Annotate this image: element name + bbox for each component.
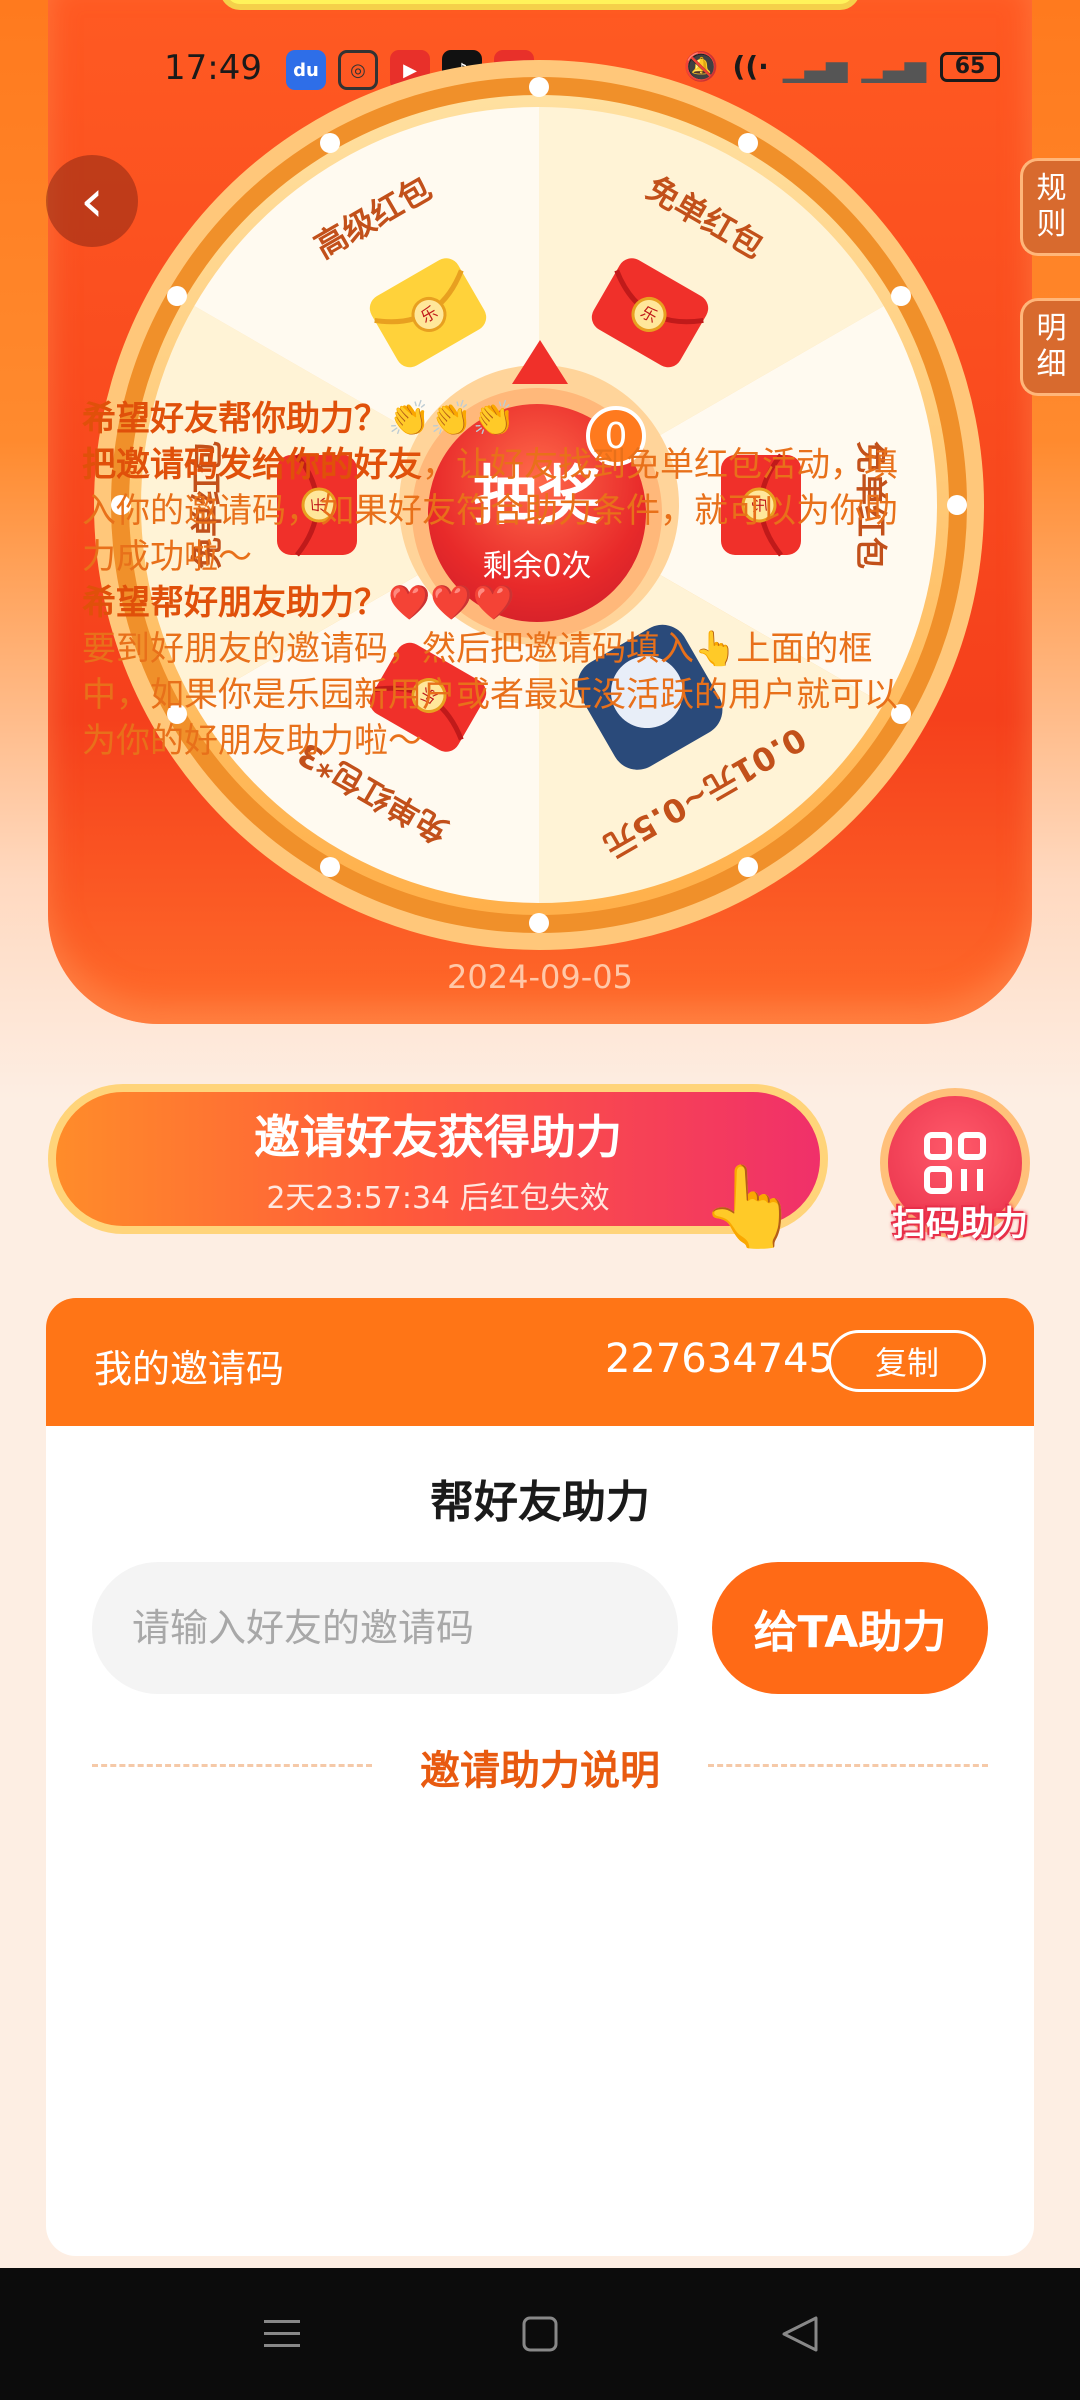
wheel-rim-light — [320, 133, 340, 154]
give-assist-button[interactable]: 给TA助力 — [712, 1562, 988, 1694]
wheel-rim-light — [529, 913, 549, 933]
wheel-rim-light — [738, 856, 758, 877]
divider-right — [708, 1764, 988, 1767]
rules-tab-label-1: 规 — [1036, 171, 1067, 206]
explain-body: 希望好友帮你助力？👏👏👏 把邀请码发给你的好友，让好友找到免单红包活动，填入你的… — [82, 396, 922, 764]
wheel-pointer-icon — [512, 340, 568, 384]
help-friend-title: 帮好友助力 — [430, 1477, 650, 1528]
scan-assist-label: 扫码助力 — [892, 1204, 1028, 1244]
wheel-rim-light — [890, 286, 911, 306]
copy-button[interactable]: 复制 — [828, 1330, 986, 1392]
explain-line-4: 要到好朋友的邀请码，然后把邀请码填入👆上面的框中，如果你是乐园新用户或者最近没活… — [82, 629, 898, 761]
system-nav-bar — [0, 2268, 1080, 2400]
wheel-rim-light — [320, 856, 340, 877]
wheel-rim-light — [167, 286, 188, 306]
wheel-rim-light — [738, 133, 758, 154]
wheel-rim-light — [947, 495, 967, 515]
invite-countdown: 2天23:57:34 后红包失效 — [266, 1181, 610, 1216]
invite-code-value: 227634745 — [604, 1336, 834, 1382]
activity-date: 2024-09-05 — [447, 958, 633, 996]
details-tab-label-1: 明 — [1036, 311, 1067, 346]
invite-code-bar: 我的邀请码 227634745 复制 — [46, 1298, 1034, 1428]
back-nav-icon[interactable] — [780, 2314, 820, 2354]
invite-code-label: 我的邀请码 — [94, 1347, 285, 1391]
friend-code-input[interactable] — [92, 1562, 678, 1694]
wheel-rim-light — [529, 77, 549, 97]
details-tab-label-2: 细 — [1036, 347, 1067, 382]
explain-header: 邀请助力说明 — [92, 1734, 988, 1794]
explain-line-2: 把邀请码发给你的好友，让好友找到免单红包活动，填入你的邀请码，如果好友符合助力条… — [82, 442, 922, 580]
pointing-hand-icon: 👆 — [700, 1160, 800, 1253]
explain-line-3: 希望帮好朋友助力？❤️❤️❤️ — [82, 583, 516, 623]
rules-tab[interactable]: 规 则 — [1020, 158, 1080, 256]
help-friend-card: 帮好友助力 给TA助力 邀请助力说明 — [46, 1426, 1034, 2256]
details-tab[interactable]: 明 细 — [1020, 298, 1080, 396]
invite-title: 邀请好友获得助力 — [254, 1110, 622, 1164]
top-banner — [220, 0, 860, 10]
explain-line-1: 希望好友帮你助力？👏👏👏 — [82, 399, 516, 439]
explain-title: 邀请助力说明 — [420, 1748, 660, 1794]
explain-line-2-bold: 把邀请码发给你的好友 — [82, 445, 422, 485]
qr-code-icon — [924, 1132, 986, 1194]
menu-icon[interactable] — [262, 2314, 302, 2354]
rules-tab-label-2: 则 — [1036, 207, 1067, 242]
home-icon[interactable] — [520, 2314, 560, 2354]
